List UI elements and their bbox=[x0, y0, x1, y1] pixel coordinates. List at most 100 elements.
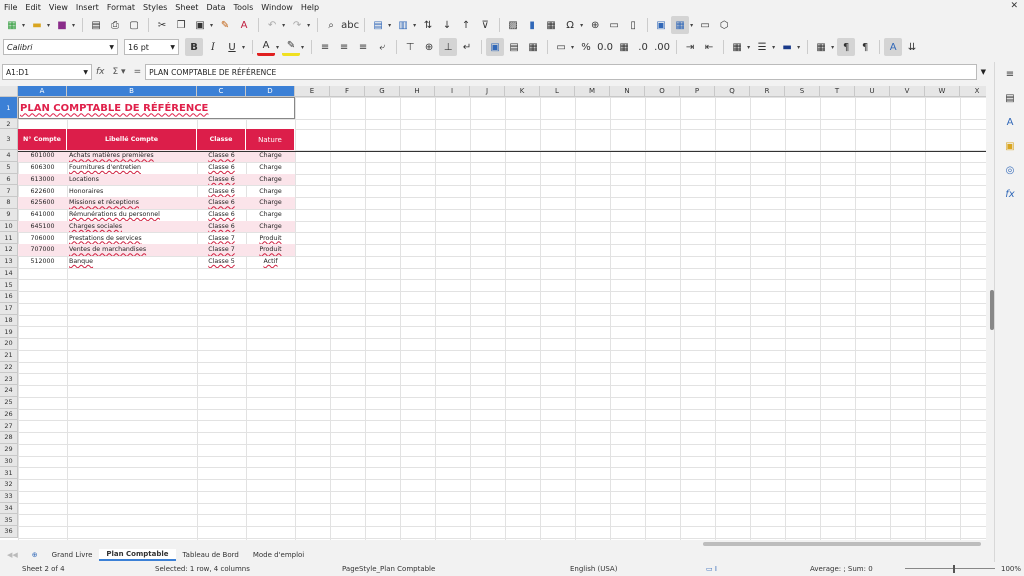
account-number-cell[interactable]: 641000 bbox=[18, 209, 67, 221]
column-header-s[interactable]: S bbox=[785, 86, 820, 97]
right-to-left-icon[interactable]: ¶ bbox=[856, 38, 874, 56]
autofilter-icon[interactable]: ⊽ bbox=[476, 16, 494, 34]
column-header-j[interactable]: J bbox=[470, 86, 505, 97]
row-header-17[interactable]: 17 bbox=[0, 302, 18, 315]
row-header-34[interactable]: 34 bbox=[0, 502, 18, 515]
menu-item-file[interactable]: File bbox=[0, 3, 21, 12]
increase-indent-icon[interactable]: ⇥ bbox=[681, 38, 699, 56]
column-header-i[interactable]: I bbox=[435, 86, 470, 97]
save-dropdown[interactable]: ▾ bbox=[72, 22, 75, 29]
account-number-cell[interactable]: 625600 bbox=[18, 197, 67, 209]
clear-formatting-icon[interactable]: A bbox=[235, 16, 253, 34]
column-dropdown[interactable]: ▾ bbox=[413, 22, 416, 29]
sheet-tab-mode-d-emploi[interactable]: Mode d'emploi bbox=[246, 549, 311, 561]
row-header-6[interactable]: 6 bbox=[0, 173, 18, 186]
menu-item-format[interactable]: Format bbox=[103, 3, 139, 12]
account-nature-cell[interactable]: Charge bbox=[246, 209, 295, 221]
select-all-corner[interactable] bbox=[0, 86, 18, 97]
row-header-3[interactable]: 3 bbox=[0, 129, 18, 150]
conditional-dropdown[interactable]: ▾ bbox=[831, 44, 834, 51]
account-class-cell[interactable]: Classe 6 bbox=[197, 221, 246, 233]
sort-descending-icon[interactable]: ↑ bbox=[457, 16, 475, 34]
row-header-35[interactable]: 35 bbox=[0, 514, 18, 526]
row-header-24[interactable]: 24 bbox=[0, 385, 18, 397]
account-class-cell[interactable]: Classe 7 bbox=[197, 232, 246, 244]
open-dropdown[interactable]: ▾ bbox=[47, 22, 50, 29]
menu-item-window[interactable]: Window bbox=[257, 3, 297, 12]
clone-formatting-icon[interactable]: ✎ bbox=[216, 16, 234, 34]
decrease-indent-icon[interactable]: ⇤ bbox=[700, 38, 718, 56]
column-header-u[interactable]: U bbox=[855, 86, 890, 97]
account-nature-cell[interactable]: Charge bbox=[246, 174, 295, 186]
wrap-icon[interactable]: ↵ bbox=[458, 38, 476, 56]
copy-icon[interactable]: ❐ bbox=[172, 16, 190, 34]
row-header-5[interactable]: 5 bbox=[0, 161, 18, 174]
text-direction-top-icon[interactable]: ⇊ bbox=[903, 38, 921, 56]
row-header-11[interactable]: 11 bbox=[0, 232, 18, 244]
underline-dropdown[interactable]: ▾ bbox=[242, 44, 245, 51]
column-header-d[interactable]: D bbox=[246, 86, 295, 97]
print-icon[interactable]: ⎙ bbox=[106, 16, 124, 34]
function-wizard-icon[interactable]: fx bbox=[96, 67, 105, 77]
wrap-text-icon[interactable]: ⤶ bbox=[373, 38, 391, 56]
account-label-cell[interactable]: Ventes de marchandises bbox=[68, 244, 197, 256]
horizontal-scroll-thumb[interactable] bbox=[703, 542, 981, 546]
selection-mode-icon[interactable]: ▭ I bbox=[706, 565, 717, 573]
export-pdf-icon[interactable]: ▤ bbox=[87, 16, 105, 34]
account-class-cell[interactable]: Classe 6 bbox=[197, 174, 246, 186]
account-label-cell[interactable]: Fournitures d'entretien bbox=[68, 162, 197, 174]
header-cell-class[interactable]: Classe bbox=[197, 129, 246, 150]
find-replace-icon[interactable]: ⌕ bbox=[322, 16, 340, 34]
font-name-combobox[interactable]: Calibri ▼ bbox=[3, 39, 118, 55]
zoom-slider[interactable] bbox=[905, 568, 995, 569]
font-color-icon[interactable]: A bbox=[257, 38, 276, 56]
account-class-cell[interactable]: Classe 6 bbox=[197, 209, 246, 221]
row-header-7[interactable]: 7 bbox=[0, 185, 18, 197]
styles-icon[interactable]: A bbox=[1002, 114, 1018, 130]
row-header-21[interactable]: 21 bbox=[0, 349, 18, 362]
navigator-icon[interactable]: ◎ bbox=[1002, 162, 1018, 178]
italic-icon[interactable]: I bbox=[204, 38, 222, 56]
header-cell-nature[interactable]: Nature bbox=[246, 129, 295, 150]
row-header-8[interactable]: 8 bbox=[0, 197, 18, 209]
account-number-cell[interactable]: 707000 bbox=[18, 244, 67, 256]
properties-icon[interactable]: ▤ bbox=[1002, 90, 1018, 106]
sheet-title-cell[interactable]: PLAN COMPTABLE DE RÉFÉRENCE bbox=[18, 97, 295, 119]
functions-icon[interactable]: fx bbox=[1002, 186, 1018, 202]
date-format-icon[interactable]: ▦ bbox=[615, 38, 633, 56]
highlight-color-icon[interactable]: ✎ bbox=[282, 38, 301, 56]
align-center-icon[interactable]: ≡ bbox=[335, 38, 353, 56]
column-header-c[interactable]: C bbox=[197, 86, 246, 97]
save-icon[interactable]: ■ bbox=[53, 16, 71, 34]
account-label-cell[interactable]: Honoraires bbox=[68, 185, 197, 197]
align-bottom-icon[interactable]: ⊥ bbox=[439, 38, 458, 56]
row-header-22[interactable]: 22 bbox=[0, 361, 18, 374]
spelling-icon[interactable]: abc bbox=[341, 16, 359, 34]
menu-item-data[interactable]: Data bbox=[202, 3, 229, 12]
account-class-cell[interactable]: Classe 6 bbox=[197, 197, 246, 209]
font-size-combobox[interactable]: 16 pt ▼ bbox=[124, 39, 179, 55]
row-icon[interactable]: ▤ bbox=[369, 16, 387, 34]
account-nature-cell[interactable]: Actif bbox=[246, 256, 295, 268]
print-preview-icon[interactable]: ▢ bbox=[125, 16, 143, 34]
hyperlink-icon[interactable]: ⊕ bbox=[586, 16, 604, 34]
column-header-e[interactable]: E bbox=[295, 86, 330, 97]
redo-icon[interactable]: ↷ bbox=[288, 16, 306, 34]
currency-icon[interactable]: ▭ bbox=[552, 38, 570, 56]
text-direction-left-icon[interactable]: A bbox=[884, 38, 903, 56]
paste-dropdown[interactable]: ▾ bbox=[210, 22, 213, 29]
delete-decimal-icon[interactable]: .00 bbox=[653, 38, 671, 56]
menu-item-tools[interactable]: Tools bbox=[230, 3, 258, 12]
account-number-cell[interactable]: 622600 bbox=[18, 185, 67, 197]
row-header-12[interactable]: 12 bbox=[0, 244, 18, 256]
account-nature-cell[interactable]: Produit bbox=[246, 232, 295, 244]
row-dropdown[interactable]: ▾ bbox=[388, 22, 391, 29]
close-document-icon[interactable]: ✕ bbox=[1010, 1, 1018, 11]
row-header-27[interactable]: 27 bbox=[0, 420, 18, 432]
account-label-cell[interactable]: Prestations de services bbox=[68, 232, 197, 244]
account-number-cell[interactable]: 645100 bbox=[18, 221, 67, 233]
border-style-icon[interactable]: ☰ bbox=[753, 38, 771, 56]
row-header-23[interactable]: 23 bbox=[0, 373, 18, 385]
sort-ascending-icon[interactable]: ↓ bbox=[438, 16, 456, 34]
special-character-dropdown[interactable]: ▾ bbox=[580, 22, 583, 29]
